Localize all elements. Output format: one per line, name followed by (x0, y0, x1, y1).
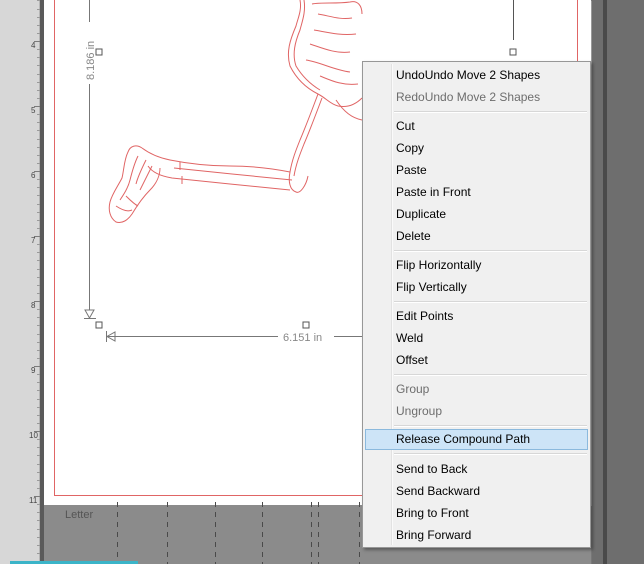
menu-item-flip-vertically[interactable]: Flip Vertically (365, 277, 588, 298)
menu-item-send-to-back[interactable]: Send to Back (365, 459, 588, 480)
mat-grid-line (311, 502, 312, 564)
resize-handle-bottom-left[interactable] (95, 321, 103, 329)
menu-separator (394, 301, 587, 303)
menu-item-redo: RedoUndo Move 2 Shapes (396, 90, 541, 104)
menu-item-duplicate[interactable]: Duplicate (365, 204, 588, 225)
menu-item-release-compound-path[interactable]: Release Compound Path (365, 429, 588, 450)
width-dimension-label: 6.151 in (283, 332, 322, 344)
menu-item-weld[interactable]: Weld (365, 328, 588, 349)
menu-item-offset[interactable]: Offset (365, 350, 588, 371)
width-dimension (105, 331, 362, 342)
mat-grid-line (215, 502, 216, 564)
mat-grid-line (318, 502, 319, 564)
resize-handle-bottom-mid[interactable] (302, 321, 310, 329)
resize-handle-left-mid[interactable] (95, 48, 103, 56)
menu-item-bring-forward[interactable]: Bring Forward (365, 525, 588, 546)
menu-item-copy[interactable]: Copy (365, 138, 588, 159)
menu-item-send-backward[interactable]: Send Backward (365, 481, 588, 502)
scrollbar-track[interactable] (603, 0, 607, 564)
menu-separator (394, 374, 587, 376)
right-panel-edge (592, 0, 644, 564)
menu-item-flip-horizontally[interactable]: Flip Horizontally (365, 255, 588, 276)
mat-grid-line (359, 502, 360, 564)
menu-item-undo[interactable]: UndoUndo Move 2 Shapes (365, 65, 588, 86)
menu-separator (394, 111, 587, 113)
menu-item-edit-points[interactable]: Edit Points (365, 306, 588, 327)
mat-grid-line (167, 502, 168, 564)
height-dimension-label: 8.186 in (85, 41, 97, 80)
menu-item-cut[interactable]: Cut (365, 116, 588, 137)
mat-grid-line (117, 502, 118, 564)
menu-item-group: Group (396, 382, 430, 396)
menu-separator (394, 250, 587, 252)
context-menu: UndoUndo Move 2 Shapes RedoUndo Move 2 S… (362, 61, 591, 548)
mat-grid-line (262, 502, 263, 564)
resize-handle-right-mid[interactable] (509, 48, 517, 56)
menu-item-bring-to-front[interactable]: Bring to Front (365, 503, 588, 524)
menu-item-delete[interactable]: Delete (365, 226, 588, 247)
menu-item-paste[interactable]: Paste (365, 160, 588, 181)
menu-separator (394, 425, 587, 427)
menu-item-ungroup: Ungroup (396, 404, 443, 418)
menu-separator (394, 453, 587, 455)
menu-item-paste-in-front[interactable]: Paste in Front (365, 182, 588, 203)
figure-outline[interactable] (108, 0, 363, 223)
mat-size-label: Letter (65, 509, 94, 521)
design-workspace: 4 5 6 7 8 9 10 11 8.186 in 6.151 in Lett… (0, 0, 644, 564)
